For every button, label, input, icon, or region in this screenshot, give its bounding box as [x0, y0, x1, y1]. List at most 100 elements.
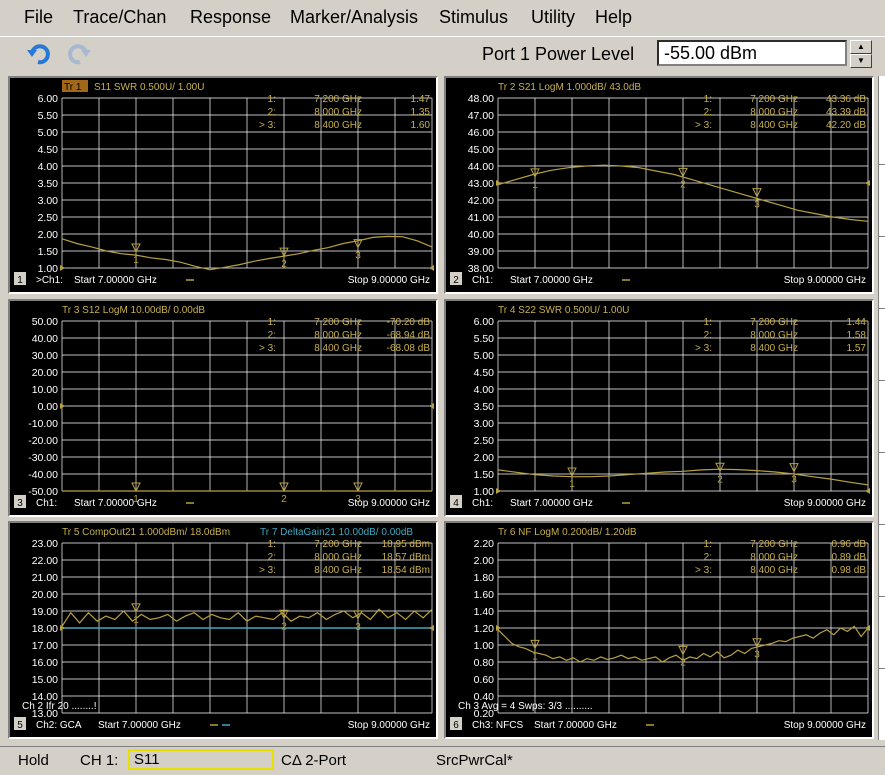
marker-value: 43.39 dB — [826, 107, 866, 118]
undo-arrow-icon[interactable] — [26, 41, 52, 67]
footer-start: Start 7.00000 GHz — [510, 275, 593, 286]
window-plot-5: 23.00 22.00 21.00 20.00 19.00 18.00 17.00 16.00… — [14, 527, 434, 731]
footer-stop: Stop 9.00000 GHz — [784, 720, 866, 731]
right-scrollbar[interactable] — [878, 76, 885, 740]
y-tick-label: 21.00 — [32, 572, 58, 584]
marker-value: 1.58 — [847, 330, 867, 341]
trace-header-secondary: Tr 7 DeltaGain21 10.00dB/ 0.00dB — [260, 527, 413, 538]
menu-trace-chan[interactable]: Trace/Chan — [73, 7, 166, 28]
y-tick-label: 1.50 — [474, 469, 495, 481]
channel-info-text: Ch 3 Avg = 4 Swps: 3/3 .......... — [458, 701, 593, 712]
trace-header: S11 SWR 0.500U/ 1.00U — [94, 82, 204, 93]
marker-value: 0.98 dB — [832, 565, 867, 576]
footer-channel: Ch1: — [36, 498, 57, 509]
measurement-window-1[interactable]: 6.00 5.50 5.00 4.50 4.00 3.50 3.00 2.50 2.00 1.50… — [8, 76, 438, 294]
y-tick-label: 6.00 — [38, 93, 59, 105]
measurement-window-3[interactable]: 50.00 40.00 30.00 20.00 10.00 0.00 -10.00 -20.0… — [8, 299, 438, 517]
window-plot-4: 6.00 5.50 5.00 4.50 4.00 3.50 3.00 2.50 2.00 1.50… — [450, 305, 870, 509]
marker-value: 0.89 dB — [832, 552, 867, 563]
power-level-input[interactable] — [657, 40, 847, 66]
y-tick-label: 47.00 — [468, 110, 494, 122]
marker-frequency: 8.400 GHz — [314, 120, 362, 131]
footer-start: Start 7.00000 GHz — [74, 275, 157, 286]
marker-index: > 3: — [695, 120, 712, 131]
status-measurement-field[interactable]: S11 — [128, 749, 274, 770]
measurement-window-6[interactable]: 2.20 2.00 1.80 1.60 1.40 1.20 1.00 0.80 0.60 0.40… — [444, 521, 874, 739]
y-tick-label: 6.00 — [474, 316, 495, 328]
marker-label: 1 — [569, 479, 575, 490]
marker-index: 2: — [704, 552, 712, 563]
y-tick-label: 1.50 — [38, 246, 59, 258]
marker-label: 2 — [680, 657, 686, 668]
y-tick-label: 3.50 — [474, 401, 495, 413]
window-number: 2 — [453, 275, 459, 286]
marker-frequency: 8.000 GHz — [750, 552, 798, 563]
marker-index: > 3: — [259, 565, 276, 576]
marker-value: 1.60 — [411, 120, 431, 131]
menu-marker-analysis[interactable]: Marker/Analysis — [290, 7, 418, 28]
y-tick-label: 15.00 — [32, 674, 58, 686]
window-plot-6: 2.202.001.801.601.401.201.000.800.600.40… — [450, 527, 870, 731]
marker-index: > 3: — [695, 343, 712, 354]
reference-marker-left — [496, 488, 501, 494]
window-number: 5 — [17, 720, 23, 731]
y-tick-label: 2.00 — [474, 452, 495, 464]
status-hold: Hold — [18, 752, 49, 769]
marker-index: 1: — [704, 317, 712, 328]
marker-label: 3 — [754, 200, 760, 211]
trace-header: Tr 6 NF LogM 0.200dB/ 1.20dB — [498, 527, 637, 538]
y-tick-label: 30.00 — [32, 350, 58, 362]
spin-up-button[interactable]: ▲ — [850, 40, 872, 54]
marker-value: 18.95 dBm — [382, 539, 430, 550]
marker-value: 1.35 — [411, 107, 431, 118]
y-tick-label: 1.00 — [474, 486, 495, 498]
menu-stimulus[interactable]: Stimulus — [439, 7, 508, 28]
spin-down-button[interactable]: ▼ — [850, 54, 872, 68]
y-tick-label: 20.00 — [32, 589, 58, 601]
marker-label: 1 — [133, 255, 139, 266]
status-cal-state: SrcPwrCal* — [436, 752, 513, 769]
marker-label: 2 — [281, 494, 287, 505]
marker-frequency: 8.400 GHz — [750, 120, 798, 131]
marker-label: 2 — [717, 474, 723, 485]
marker-frequency: 8.000 GHz — [314, 107, 362, 118]
y-tick-label: 44.00 — [468, 161, 494, 173]
measurement-window-5[interactable]: 23.00 22.00 21.00 20.00 19.00 18.00 17.00 16.00… — [8, 521, 438, 739]
window-number: 6 — [453, 720, 459, 731]
measurement-window-4[interactable]: 6.00 5.50 5.00 4.50 4.00 3.50 3.00 2.50 2.00 1.50… — [444, 299, 874, 517]
marker-value: -70.20 dB — [387, 317, 431, 328]
y-tick-label: 22.00 — [32, 555, 58, 567]
y-tick-label: 18.00 — [32, 623, 58, 635]
y-tick-label: 0.60 — [474, 674, 495, 686]
y-tick-label: 3.00 — [474, 418, 495, 430]
footer-stop: Stop 9.00000 GHz — [348, 498, 430, 509]
y-tick-label: 40.00 — [468, 229, 494, 241]
measurement-window-2[interactable]: 48.00 47.00 46.00 45.00 44.00 43.00 42.00 41.00… — [444, 76, 874, 294]
y-tick-label: 4.50 — [474, 367, 495, 379]
y-tick-label: -50.00 — [28, 486, 58, 498]
marker-frequency: 8.400 GHz — [750, 565, 798, 576]
y-tick-label: 1.20 — [474, 623, 495, 635]
menu-help[interactable]: Help — [595, 7, 632, 28]
marker-label: 1 — [532, 180, 538, 191]
marker-label: 1 — [532, 651, 538, 662]
marker-index: > 3: — [259, 343, 276, 354]
marker-frequency: 8.400 GHz — [314, 343, 362, 354]
marker-frequency: 7.200 GHz — [750, 94, 798, 105]
marker-index: 1: — [268, 94, 276, 105]
menu-response[interactable]: Response — [190, 7, 271, 28]
menu-utility[interactable]: Utility — [531, 7, 575, 28]
y-tick-label: 19.00 — [32, 606, 58, 618]
y-tick-label: 45.00 — [468, 144, 494, 156]
menu-file[interactable]: File — [24, 7, 53, 28]
trace-header: Tr 3 S12 LogM 10.00dB/ 0.00dB — [62, 305, 205, 316]
y-tick-label: 17.00 — [32, 640, 58, 652]
menu-bar: File Trace/Chan Response Marker/Analysis… — [0, 0, 885, 36]
redo-arrow-icon[interactable] — [66, 41, 92, 67]
y-tick-label: 20.00 — [32, 367, 58, 379]
y-tick-label: 5.00 — [474, 350, 495, 362]
marker-frequency: 8.000 GHz — [314, 330, 362, 341]
y-tick-label: 0.80 — [474, 657, 495, 669]
marker-frequency: 8.000 GHz — [750, 330, 798, 341]
footer-channel: >Ch1: — [36, 275, 63, 286]
